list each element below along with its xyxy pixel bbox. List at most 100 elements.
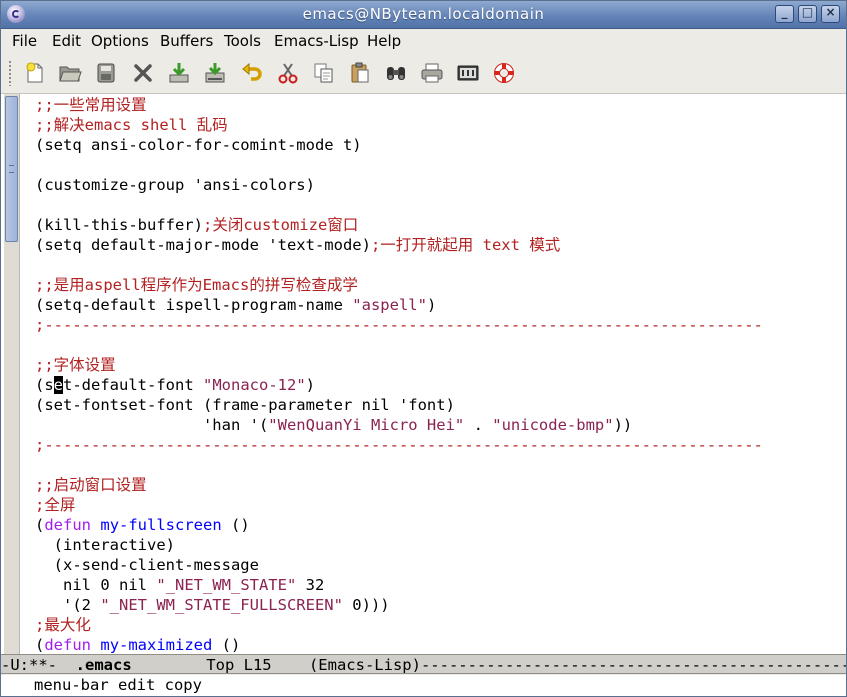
code-token: )): [613, 416, 633, 434]
code-line[interactable]: ;;一些常用设置: [35, 95, 845, 115]
code-token: (set-fontset-font (frame-parameter nil '…: [35, 396, 455, 414]
code-line[interactable]: [35, 455, 845, 475]
code-token: "aspell": [352, 296, 427, 314]
code-line[interactable]: [35, 195, 845, 215]
menu-emacs-lisp[interactable]: Emacs-Lisp: [274, 32, 359, 50]
code-token: (interactive): [35, 536, 175, 554]
menu-help[interactable]: Help: [367, 32, 401, 50]
maximize-button[interactable]: □: [798, 5, 817, 23]
code-token: .: [464, 416, 493, 434]
menu-buffers[interactable]: Buffers: [160, 32, 213, 50]
code-line[interactable]: [35, 255, 845, 275]
menu-tools[interactable]: Tools: [224, 32, 261, 50]
code-token: (: [35, 636, 45, 654]
code-line[interactable]: ;;解决emacs shell 乱码: [35, 115, 845, 135]
code-token: ;;是用aspell程序作为Emacs的拼写检查成学: [35, 276, 358, 294]
save-icon[interactable]: [94, 61, 118, 85]
code-token: "unicode-bmp": [492, 416, 614, 434]
text-cursor: e: [53, 376, 64, 394]
editor-buffer[interactable]: ;;一些常用设置 ;;解决emacs shell 乱码 (setq ansi-col…: [1, 94, 846, 654]
code-line[interactable]: (defun my-fullscreen (): [35, 515, 845, 535]
scrollbar-thumb[interactable]: [5, 96, 18, 242]
code-line[interactable]: (setq ansi-color-for-comint-mode t): [35, 135, 845, 155]
cut-icon[interactable]: [276, 61, 300, 85]
code-token: my-fullscreen: [100, 516, 222, 534]
code-token: (x-send-client-message: [35, 556, 259, 574]
code-line[interactable]: ;全屏: [35, 495, 845, 515]
print-icon[interactable]: [420, 61, 444, 85]
modeline-status: -U:**-: [1, 656, 76, 674]
code-token: t-default-font: [63, 376, 203, 394]
close-icon[interactable]: [131, 61, 155, 85]
mode-line[interactable]: -U:**- .emacs Top L15 (Emacs-Lisp)------…: [1, 654, 846, 674]
code-line[interactable]: (set-default-font "Monaco-12"): [35, 375, 845, 395]
minimize-button[interactable]: _: [775, 5, 794, 23]
code-line[interactable]: (defun my-maximized (): [35, 635, 845, 655]
code-token: (): [221, 516, 250, 534]
copy-icon[interactable]: [312, 61, 336, 85]
code-token: (setq ansi-color-for-comint-mode t): [35, 136, 362, 154]
menu-file[interactable]: File: [12, 32, 37, 50]
code-line[interactable]: nil 0 nil "_NET_WM_STATE" 32: [35, 575, 845, 595]
save-download-icon[interactable]: [167, 61, 191, 85]
code-token: (setq-default ispell-program-name: [35, 296, 353, 314]
code-token: ;关闭customize窗口: [202, 216, 359, 234]
code-line[interactable]: [35, 335, 845, 355]
echo-area[interactable]: menu-bar edit copy: [1, 675, 846, 696]
search-binoculars-icon[interactable]: [384, 61, 408, 85]
menu-bar: File Edit Options Buffers Tools Emacs-Li…: [1, 29, 846, 53]
code-line[interactable]: (x-send-client-message: [35, 555, 845, 575]
modeline-fill: ----------------------------------------…: [420, 656, 846, 674]
code-token: nil 0 nil: [35, 576, 157, 594]
code-line[interactable]: (kill-this-buffer);关闭customize窗口: [35, 215, 845, 235]
close-x-icon: ×: [825, 5, 836, 19]
code-token: my-maximized: [100, 636, 213, 654]
vertical-scrollbar[interactable]: [4, 94, 20, 654]
code-line[interactable]: (set-fontset-font (frame-parameter nil '…: [35, 395, 845, 415]
undo-icon[interactable]: [240, 61, 264, 85]
code-token: (: [35, 516, 45, 534]
code-text-area[interactable]: ;;一些常用设置 ;;解决emacs shell 乱码 (setq ansi-col…: [35, 95, 845, 655]
paste-icon[interactable]: [348, 61, 372, 85]
code-line[interactable]: ;---------------------------------------…: [35, 315, 845, 335]
code-token: (kill-this-buffer): [35, 216, 203, 234]
close-window-button[interactable]: ×: [821, 5, 840, 23]
code-token: "WenQuanYi Micro Hei": [268, 416, 465, 434]
code-token: 32: [296, 576, 325, 594]
code-token: "_NET_WM_STATE_FULLSCREEN": [100, 596, 343, 614]
code-token: ): [305, 376, 315, 394]
code-line[interactable]: ;---------------------------------------…: [35, 435, 845, 455]
code-line[interactable]: [35, 155, 845, 175]
title-bar[interactable]: emacs@NByteam.localdomain _ □ ×: [1, 1, 846, 29]
code-token: "Monaco-12": [203, 376, 306, 394]
code-line[interactable]: ;;启动窗口设置: [35, 475, 845, 495]
code-line[interactable]: ;;字体设置: [35, 355, 845, 375]
code-token: (setq default-major-mode 'text-mode): [35, 236, 371, 254]
code-token: ;;一些常用设置: [35, 96, 147, 114]
open-folder-icon[interactable]: [58, 61, 82, 85]
code-line[interactable]: ;最大化: [35, 615, 845, 635]
code-line[interactable]: (customize-group 'ansi-colors): [35, 175, 845, 195]
code-line[interactable]: (setq default-major-mode 'text-mode);一打开…: [35, 235, 845, 255]
code-token: ;全屏: [35, 496, 76, 514]
code-token: (customize-group 'ansi-colors): [35, 176, 315, 194]
code-line[interactable]: 'han '("WenQuanYi Micro Hei" . "unicode-…: [35, 415, 845, 435]
code-line[interactable]: '(2 "_NET_WM_STATE_FULLSCREEN" 0))): [35, 595, 845, 615]
save-as-icon[interactable]: [203, 61, 227, 85]
modeline-major-mode[interactable]: (Emacs-Lisp): [309, 656, 421, 673]
code-line[interactable]: (interactive): [35, 535, 845, 555]
toolbar-grip[interactable]: [8, 60, 12, 86]
minimize-icon: _: [781, 5, 788, 19]
code-token: ;---------------------------------------…: [35, 316, 763, 334]
modeline-buffer-name[interactable]: .emacs: [76, 656, 132, 673]
help-lifebuoy-icon[interactable]: [492, 61, 516, 85]
menu-options[interactable]: Options: [91, 32, 149, 50]
code-token: ;;解决emacs shell 乱码: [35, 116, 228, 134]
menu-edit[interactable]: Edit: [52, 32, 81, 50]
new-file-icon[interactable]: [23, 61, 47, 85]
code-line[interactable]: (setq-default ispell-program-name "aspel…: [35, 295, 845, 315]
code-line[interactable]: ;;是用aspell程序作为Emacs的拼写检查成学: [35, 275, 845, 295]
preferences-icon[interactable]: [456, 61, 480, 85]
